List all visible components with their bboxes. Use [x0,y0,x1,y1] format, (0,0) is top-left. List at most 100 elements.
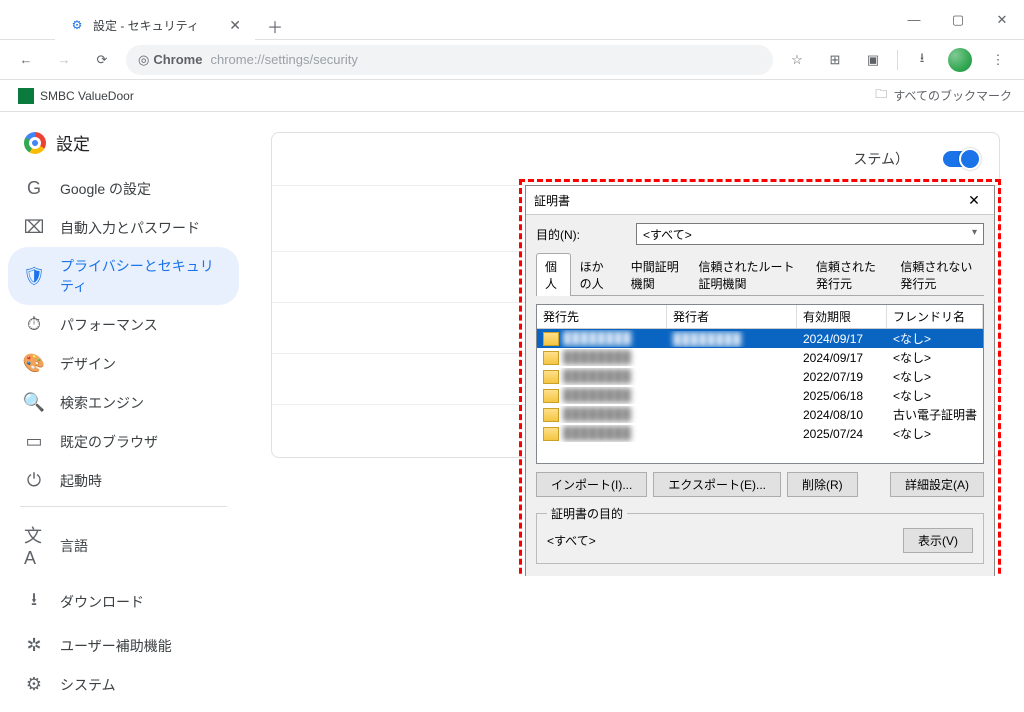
browser-tab-active[interactable]: ⚙ 設定 - セキュリティ ✕ [55,9,255,40]
col-issued-to[interactable]: 発行先 [537,305,667,328]
bookmark-favicon [18,88,34,104]
toggle[interactable] [943,151,979,167]
settings-row-0[interactable]: ステム） [272,133,999,185]
omnibox-chip: Chrome [153,52,202,67]
download-icon[interactable]: ⭳ [908,46,936,74]
browser-toolbar: ← → ⟳ ◎ Chrome chrome://settings/security… [0,40,1024,80]
side-panel-icon[interactable]: ▣ [859,46,887,74]
sidebar-item-9[interactable]: ⭳ ダウンロード [8,578,239,626]
omnibox[interactable]: ◎ Chrome chrome://settings/security [126,45,773,75]
advanced-button[interactable]: 詳細設定(A) [890,472,984,497]
extensions-icon[interactable]: ⊞ [821,46,849,74]
omnibox-url: chrome://settings/security [210,52,357,67]
sidebar-item-11[interactable]: ⚙ システム [8,665,239,704]
sidebar-item-label: パフォーマンス [60,315,158,335]
settings-page: 設定 G Google の設定 ⌧ 自動入力とパスワード 🛡プライバシーとセキュリティ⏱… [0,112,1024,576]
sidebar-item-4[interactable]: 🎨デザイン [8,344,239,383]
power-icon: ⏻ [24,470,44,491]
cert-purpose-value: <すべて> [547,532,596,549]
sidebar-item-label: システム [60,675,116,695]
sidebar-item-label: デザイン [60,354,116,374]
sidebar-item-label: 言語 [60,536,88,556]
tab-close-icon[interactable]: ✕ [229,17,241,34]
avatar[interactable] [946,46,974,74]
lang-icon: 文A [24,522,44,569]
chrome-icon: ◎ [138,52,149,68]
shield-icon: 🛡 [24,266,44,287]
reload-button[interactable]: ⟳ [88,46,116,74]
sidebar-item-label: 自動入力とパスワード [60,218,200,238]
dialog-tab-0[interactable]: 個人 [536,253,571,296]
browser-icon: ▭ [24,431,44,452]
key-icon: ⌧ [24,217,44,238]
settings-left: 設定 G Google の設定 ⌧ 自動入力とパスワード 🛡プライバシーとセキュリティ⏱… [0,112,247,576]
forward-button: → [50,46,78,74]
dialog-tab-2[interactable]: 中間証明機関 [622,253,690,296]
bookmark-star-icon[interactable]: ☆ [783,46,811,74]
highlight-frame: 証明書 ✕ 目的(N): <すべて> 個人ほかの人中間証明機関信頼されたルート証… [525,185,995,576]
view-button[interactable]: 表示(V) [903,528,973,553]
a11y-icon: ✲ [24,635,44,656]
certificate-table: 発行先 発行者 有効期限 フレンドリ名 ████████████████2024… [536,304,984,464]
back-button[interactable]: ← [12,46,40,74]
sidebar-item-label: 既定のブラウザ [60,432,158,452]
cert-purpose-group: 証明書の目的 <すべて> 表示(V) [536,505,984,564]
dialog-title: 証明書 [534,192,570,209]
tab-strip: ⚙ 設定 - セキュリティ ✕ ＋ [0,0,892,40]
dialog-titlebar: 証明書 ✕ [526,186,994,215]
dialog-tab-3[interactable]: 信頼されたルート証明機関 [690,253,808,296]
cert-row-5[interactable]: ████████2025/07/24<なし> [537,424,983,443]
sidebar-item-2[interactable]: 🛡プライバシーとセキュリティ [8,247,239,305]
kebab-menu-icon[interactable]: ⋮ [984,46,1012,74]
sidebar-item-10[interactable]: ✲ ユーザー補助機能 [8,626,239,665]
settings-content: ステム）更な場合）›⧉⧉トを保護⧉ 証明書 ✕ 目的(N): <すべて> 個人ほ… [247,112,1024,576]
tab-title: 設定 - セキュリティ [93,17,199,34]
minimize-button[interactable]: — [892,0,936,40]
settings-title: 設定 [56,130,90,155]
delete-button[interactable]: 削除(R) [787,472,858,497]
cert-row-0[interactable]: ████████████████2024/09/17<なし> [537,329,983,348]
new-tab-button[interactable]: ＋ [261,12,289,40]
cert-row-4[interactable]: ████████2024/08/10古い電子証明書 [537,405,983,424]
sidebar-item-label: Google の設定 [60,179,151,199]
browser-titlebar: ⌄ ⚙ 設定 - セキュリティ ✕ ＋ — ▢ ✕ [0,0,1024,40]
col-issuer[interactable]: 発行者 [667,305,797,328]
bookmark-label: SMBC ValueDoor [40,89,134,103]
folder-icon: 🗀 [875,85,887,106]
cert-row-2[interactable]: ████████2022/07/19<なし> [537,367,983,386]
cert-row-3[interactable]: ████████2025/06/18<なし> [537,386,983,405]
sidebar-item-5[interactable]: 🔍検索エンジン [8,383,239,422]
export-button[interactable]: エクスポート(E)... [653,472,781,497]
G-icon: G [24,178,44,199]
sidebar-item-3[interactable]: ⏱パフォーマンス [8,305,239,344]
dialog-button-row: インポート(I)... エクスポート(E)... 削除(R) 詳細設定(A) [536,472,984,497]
dialog-close-button[interactable]: ✕ [962,190,986,210]
sidebar-item-8[interactable]: 文A 言語 [8,513,239,578]
purpose-row: 目的(N): <すべて> [536,223,984,245]
sidebar-item-label: ダウンロード [60,592,144,612]
dialog-tab-1[interactable]: ほかの人 [571,253,622,296]
sidebar-item-7[interactable]: ⏻起動時 [8,461,239,500]
table-header: 発行先 発行者 有効期限 フレンドリ名 [537,305,983,329]
close-window-button[interactable]: ✕ [980,0,1024,40]
cert-row-1[interactable]: ████████2024/09/17<なし> [537,348,983,367]
sidebar-item-label: ユーザー補助機能 [60,636,172,656]
all-bookmarks-button[interactable]: 🗀 すべてのブックマーク [875,85,1012,106]
sidebar-item-1[interactable]: ⌧ 自動入力とパスワード [8,208,239,247]
dialog-tab-5[interactable]: 信頼されない発行元 [891,253,984,296]
sidebar-item-6[interactable]: ▭ 既定のブラウザ [8,422,239,461]
purpose-select[interactable]: <すべて> [636,223,984,245]
col-friendly[interactable]: フレンドリ名 [887,305,983,328]
sidebar-item-0[interactable]: G Google の設定 [8,169,239,208]
settings-sidebar: G Google の設定 ⌧ 自動入力とパスワード 🛡プライバシーとセキュリティ⏱パフォ… [0,165,247,712]
download-icon: ⭳ [24,587,44,617]
col-expires[interactable]: 有効期限 [797,305,887,328]
bookmark-item-smbc[interactable]: SMBC ValueDoor [12,84,140,108]
maximize-button[interactable]: ▢ [936,0,980,40]
purpose-label: 目的(N): [536,226,626,243]
system-icon: ⚙ [24,674,44,695]
sidebar-item-label: 検索エンジン [60,393,144,413]
import-button[interactable]: インポート(I)... [536,472,647,497]
dialog-tab-4[interactable]: 信頼された発行元 [807,253,891,296]
all-bookmarks-label: すべてのブックマーク [893,87,1012,104]
